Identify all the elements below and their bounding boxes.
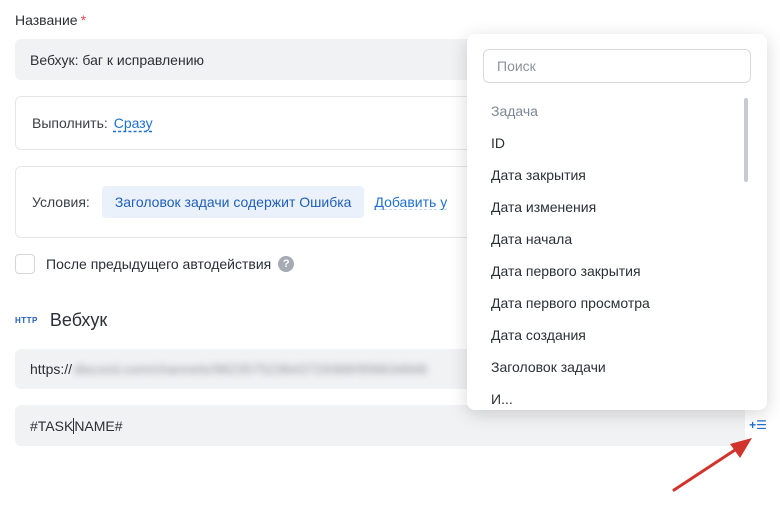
webhook-section-header: HTTP Вебхук bbox=[15, 310, 107, 331]
payload-text-after: NAME# bbox=[74, 417, 123, 434]
condition-chip[interactable]: Заголовок задачи содержит Ошибка bbox=[101, 186, 365, 218]
url-input[interactable]: https:// discord.com/channels/9823575236… bbox=[15, 349, 495, 389]
list-item[interactable]: Дата начала bbox=[467, 223, 747, 255]
list-item[interactable]: Дата первого просмотра bbox=[467, 287, 747, 319]
after-previous-checkbox[interactable] bbox=[15, 254, 35, 274]
list-item[interactable]: ID bbox=[467, 127, 747, 159]
execute-timing-link[interactable]: Сразу bbox=[114, 115, 153, 131]
search-placeholder: Поиск bbox=[497, 58, 536, 74]
name-input[interactable]: Вебхук: баг к исправлению bbox=[15, 39, 495, 80]
payload-input[interactable]: #TASK NAME# bbox=[15, 405, 745, 446]
list-item[interactable]: И... bbox=[467, 383, 747, 410]
required-mark: * bbox=[80, 12, 87, 28]
list-item[interactable]: Дата создания bbox=[467, 319, 747, 351]
field-picker-dropdown: Поиск Задача ID Дата закрытия Дата измен… bbox=[467, 34, 767, 410]
pointer-arrow-icon bbox=[672, 438, 752, 492]
conditions-box: Условия: Заголовок задачи содержит Ошибк… bbox=[15, 166, 495, 238]
list-item[interactable]: Дата первого закрытия bbox=[467, 255, 747, 287]
dropdown-search-input[interactable]: Поиск bbox=[483, 49, 751, 83]
url-blurred: discord.com/channels/982357523643729368/… bbox=[74, 361, 428, 377]
http-icon: HTTP bbox=[15, 316, 38, 325]
name-label-text: Название bbox=[15, 12, 78, 28]
after-previous-row: После предыдущего автодействия ? bbox=[15, 254, 295, 274]
list-item[interactable]: Заголовок задачи bbox=[467, 351, 747, 383]
dropdown-list: Задача ID Дата закрытия Дата изменения Д… bbox=[467, 95, 747, 410]
execute-label: Выполнить: bbox=[32, 115, 108, 131]
after-previous-label: После предыдущего автодействия bbox=[46, 256, 272, 272]
group-header: Задача bbox=[491, 103, 538, 119]
help-icon[interactable]: ? bbox=[278, 256, 295, 272]
name-input-value: Вебхук: баг к исправлению bbox=[30, 51, 205, 68]
list-item[interactable]: Дата закрытия bbox=[467, 159, 747, 191]
execute-box: Выполнить: Сразу bbox=[15, 96, 495, 150]
add-condition-link[interactable]: Добавить у bbox=[374, 194, 447, 210]
list-item[interactable]: Дата изменения bbox=[467, 191, 747, 223]
conditions-label: Условия: bbox=[32, 194, 90, 210]
url-prefix: https:// bbox=[30, 361, 73, 377]
dropdown-scrollbar[interactable] bbox=[744, 98, 748, 182]
webhook-title: Вебхук bbox=[49, 310, 108, 330]
name-field-label: Название * bbox=[15, 12, 86, 28]
payload-text-before: #TASK bbox=[30, 417, 74, 434]
